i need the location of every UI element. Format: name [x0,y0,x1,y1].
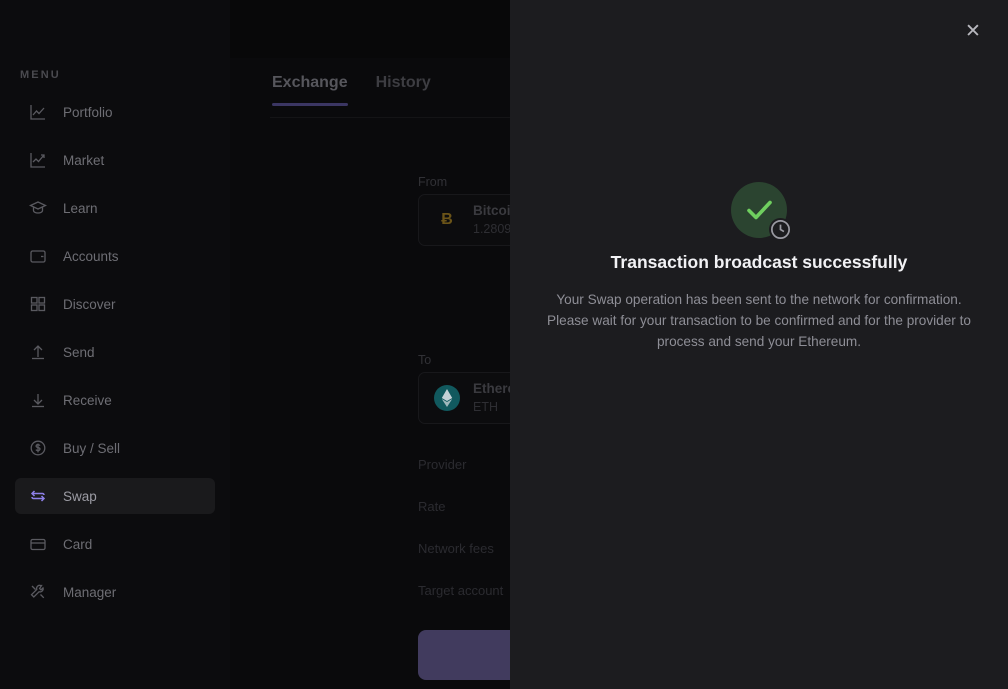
graduation-cap-icon [29,199,47,217]
arrow-down-icon [29,391,47,409]
row-label-target-account: Target account [418,583,504,598]
credit-card-icon [29,535,47,553]
sidebar-item-learn[interactable]: Learn [15,190,215,226]
modal-description: Your Swap operation has been sent to the… [547,292,971,349]
chart-line-icon [29,103,47,121]
dollar-circle-icon [29,439,47,457]
sidebar-item-manager[interactable]: Manager [15,574,215,610]
tab-exchange[interactable]: Exchange [272,74,348,106]
ethereum-icon [434,385,460,411]
row-label-rate: Rate [418,499,446,514]
swap-arrows-icon [29,487,47,505]
tools-icon [29,583,47,601]
success-check-pending-icon [731,182,792,241]
sidebar-item-buy-sell[interactable]: Buy / Sell [15,430,215,466]
sidebar-item-label: Card [63,536,93,552]
row-label-network-fees: Network fees [418,541,494,556]
sidebar-item-label: Learn [63,200,98,216]
grid-icon [29,295,47,313]
close-icon[interactable]: ✕ [956,14,990,48]
sidebar-item-label: Send [63,344,95,360]
sidebar-item-card[interactable]: Card [15,526,215,562]
sidebar-item-label: Swap [63,488,97,504]
tab-label: Exchange [272,74,348,91]
sidebar-item-label: Buy / Sell [63,440,121,456]
swap-tabs: Exchange History [272,74,431,106]
sidebar-item-portfolio[interactable]: Portfolio [15,94,215,130]
sidebar-item-receive[interactable]: Receive [15,382,215,418]
sidebar-item-send[interactable]: Send [15,334,215,370]
sidebar-item-label: Accounts [63,248,119,264]
sidebar-item-label: Market [63,152,105,168]
sidebar-item-swap[interactable]: Swap [15,478,215,514]
to-label: To [418,353,432,367]
tab-label: History [375,74,431,91]
from-label: From [418,175,448,189]
sidebar-item-label: Discover [63,296,116,312]
arrow-up-icon [29,343,47,361]
swap-result-modal: ✕ Transaction broadcast successfully You… [510,0,1008,689]
sidebar-item-label: Receive [63,392,112,408]
app-root: MENU Portfolio Market Learn Accounts Dis… [0,0,1008,689]
sidebar-item-accounts[interactable]: Accounts [15,238,215,274]
sidebar: MENU Portfolio Market Learn Accounts Dis… [0,0,230,689]
chart-trend-icon [29,151,47,169]
wallet-icon [29,247,47,265]
tab-history[interactable]: History [376,74,431,106]
bitcoin-icon: Ƀ [441,211,453,228]
sidebar-item-discover[interactable]: Discover [15,286,215,322]
page-title: Transaction broadcast successfully [610,252,908,272]
sidebar-nav: Portfolio Market Learn Accounts Discover [15,94,215,622]
clock-badge-icon [769,218,792,241]
sidebar-item-market[interactable]: Market [15,142,215,178]
sidebar-section-label: MENU [20,69,61,81]
sidebar-item-label: Portfolio [63,104,113,120]
sidebar-item-label: Manager [63,584,117,600]
row-label-provider: Provider [418,457,467,472]
